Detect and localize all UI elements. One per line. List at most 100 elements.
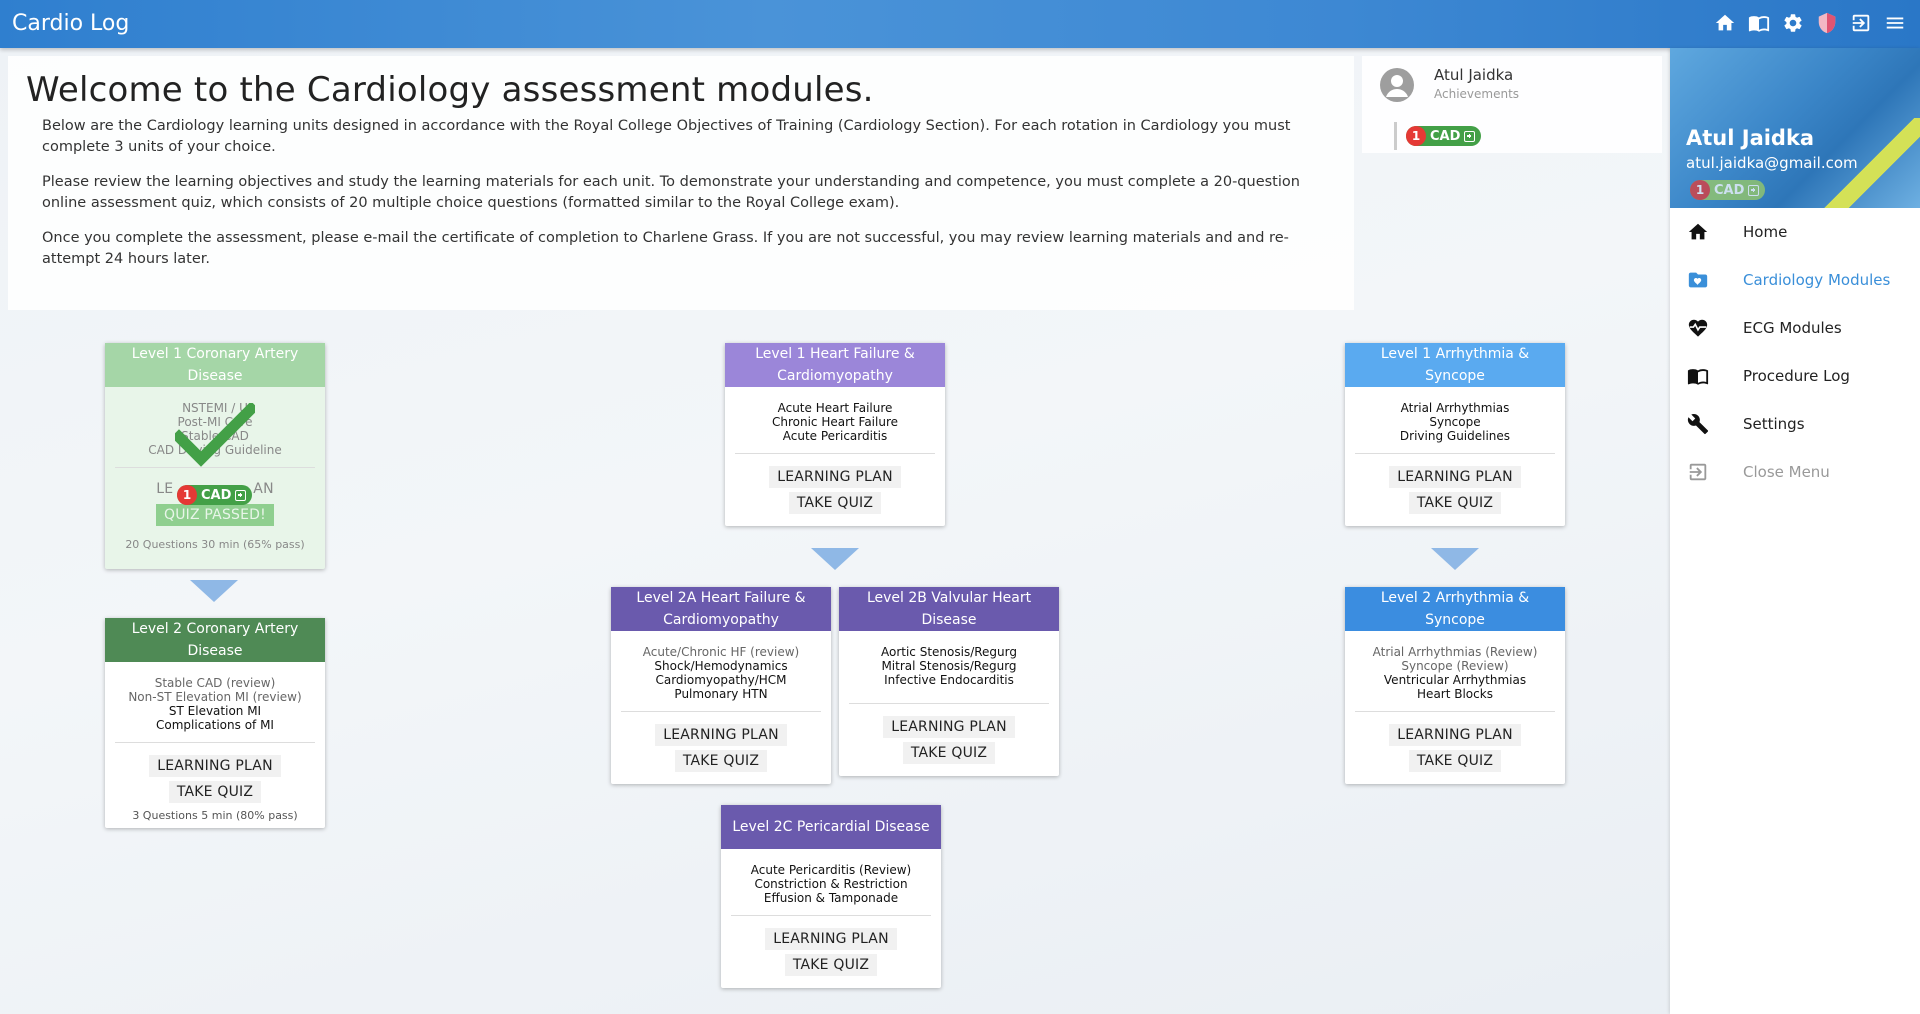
module-card-title: Level 2 Arrhythmia & Syncope	[1345, 587, 1565, 631]
sidebar-cad-badge[interactable]: 1 CAD	[1690, 180, 1766, 200]
book-icon[interactable]	[1748, 12, 1770, 34]
sidebar-item-close-menu[interactable]: Close Menu	[1670, 448, 1920, 496]
learning-plan-button[interactable]: LEARNING PLAN	[769, 466, 901, 488]
down-arrow-icon	[811, 548, 859, 570]
welcome-paragraph-1: Below are the Cardiology learning units …	[42, 118, 1291, 155]
take-quiz-button[interactable]: TAKE QUIZ	[902, 742, 996, 764]
module-topics: Acute Pericarditis (Review) Constriction…	[721, 849, 941, 915]
module-actions: LEARNING PLAN TAKE QUIZ	[725, 454, 945, 526]
topic-item: Acute/Chronic HF (review)	[642, 645, 800, 659]
sidebar-item-settings[interactable]: Settings	[1670, 400, 1920, 448]
sidebar-item-home[interactable]: Home	[1670, 208, 1920, 256]
sidebar-item-label: Close Menu	[1743, 463, 1830, 481]
avatar[interactable]	[1380, 68, 1414, 102]
module-card-level1-cad: Level 1 Coronary Artery Disease NSTEMI /…	[105, 343, 325, 569]
topic-item: Acute Heart Failure	[777, 401, 893, 415]
gear-icon[interactable]	[1782, 12, 1804, 34]
cad-badge[interactable]: 1 CAD	[1406, 126, 1482, 146]
topic-item: Syncope (Review)	[1401, 659, 1509, 673]
login-icon[interactable]	[1850, 12, 1872, 34]
quiz-info: 3 Questions 5 min (80% pass)	[132, 809, 298, 822]
topic-item: Aortic Stenosis/Regurg	[880, 645, 1017, 659]
topic-item: Acute Pericarditis (Review)	[750, 863, 912, 877]
topic-item: Constriction & Restriction	[754, 877, 908, 891]
home-icon[interactable]	[1714, 12, 1736, 34]
learning-plan-button[interactable]: LEARNING PLAN	[1389, 466, 1521, 488]
take-quiz-button[interactable]: TAKE QUIZ	[788, 492, 882, 514]
topic-item: Shock/Hemodynamics	[654, 659, 788, 673]
module-topics: Stable CAD (review) Non-ST Elevation MI …	[105, 662, 325, 742]
module-card-title: Level 1 Arrhythmia & Syncope	[1345, 343, 1565, 387]
module-card-level2a-hf: Level 2A Heart Failure & Cardiomyopathy …	[611, 587, 831, 784]
topic-item: Heart Blocks	[1417, 687, 1493, 701]
module-card-title: Level 1 Heart Failure & Cardiomyopathy	[725, 343, 945, 387]
module-card-title: Level 2A Heart Failure & Cardiomyopathy	[611, 587, 831, 631]
take-quiz-button[interactable]: TAKE QUIZ	[784, 954, 878, 976]
topic-item: Cardiomyopathy/HCM	[655, 673, 787, 687]
topic-item: Infective Endocarditis	[884, 673, 1014, 687]
sidebar-user-header: Atul Jaidka atul.jaidka@gmail.com 1 CAD	[1670, 48, 1920, 208]
topic-item: Atrial Arrhythmias	[1400, 401, 1510, 415]
side-navigation: Atul Jaidka atul.jaidka@gmail.com 1 CAD H…	[1670, 48, 1920, 1014]
card-cad-badge[interactable]: 1 CAD	[177, 485, 253, 505]
learning-plan-button[interactable]: LEARNING PLAN	[1389, 724, 1521, 746]
plus-box-icon	[235, 489, 247, 501]
learning-plan-button[interactable]: LEARNING PLAN	[655, 724, 787, 746]
learning-plan-button[interactable]: LEARNING PLAN	[765, 928, 897, 950]
page-title: Welcome to the Cardiology assessment mod…	[26, 70, 874, 110]
welcome-paragraph-3: Once you complete the assessment, please…	[42, 230, 1289, 267]
take-quiz-button[interactable]: TAKE QUIZ	[1408, 492, 1502, 514]
take-quiz-button[interactable]: TAKE QUIZ	[674, 750, 768, 772]
module-card-title: Level 1 Coronary Artery Disease	[105, 343, 325, 387]
topic-item: Atrial Arrhythmias (Review)	[1372, 645, 1538, 659]
sidebar-item-procedure-log[interactable]: Procedure Log	[1670, 352, 1920, 400]
module-card-level2-arrhythmia: Level 2 Arrhythmia & Syncope Atrial Arrh…	[1345, 587, 1565, 784]
topic-item: Driving Guidelines	[1399, 429, 1511, 443]
heart-folder-icon	[1687, 269, 1709, 291]
badge-count: 1	[1690, 180, 1710, 200]
topic-item: Chronic Heart Failure	[771, 415, 899, 429]
topic-item: Effusion & Tamponade	[763, 891, 899, 905]
app-title[interactable]: Cardio Log	[12, 11, 129, 36]
topic-item: Mitral Stenosis/Regurg	[881, 659, 1017, 673]
module-topics: Atrial Arrhythmias Syncope Driving Guide…	[1345, 387, 1565, 453]
plus-box-icon	[1748, 184, 1760, 196]
welcome-paragraph-2: Please review the learning objectives an…	[42, 174, 1300, 211]
sidebar-menu: Home Cardiology Modules ECG Modules Proc…	[1670, 208, 1920, 496]
down-arrow-icon	[190, 580, 238, 602]
module-actions: LEARNING PLAN TAKE QUIZ	[105, 743, 325, 809]
wrench-icon	[1687, 413, 1709, 435]
topic-item: Ventricular Arrhythmias	[1383, 673, 1527, 687]
module-actions: LEARNING PLAN TAKE QUIZ	[1345, 454, 1565, 526]
learning-plan-button[interactable]: LEARNING PLAN	[883, 716, 1015, 738]
topic-item: Syncope	[1429, 415, 1481, 429]
module-card-level1-hf: Level 1 Heart Failure & Cardiomyopathy A…	[725, 343, 945, 526]
module-actions: LEARNING PLAN TAKE QUIZ	[1345, 712, 1565, 784]
badge-count: 1	[177, 485, 197, 505]
topic-item: Stable CAD (review)	[154, 676, 276, 690]
module-topics: Aortic Stenosis/Regurg Mitral Stenosis/R…	[839, 631, 1059, 703]
topic-item: Complications of MI	[156, 718, 274, 732]
module-card-title: Level 2C Pericardial Disease	[721, 805, 941, 849]
take-quiz-button[interactable]: TAKE QUIZ	[1408, 750, 1502, 772]
learning-plan-button[interactable]: LEARNING PLAN	[149, 755, 281, 777]
badge-label: CAD	[1714, 182, 1745, 198]
top-toolbar	[1714, 12, 1906, 34]
quiz-info: 20 Questions 30 min (65% pass)	[125, 538, 305, 551]
book-icon	[1687, 365, 1709, 387]
plus-box-icon	[1464, 130, 1476, 142]
topic-item: Non-ST Elevation MI (review)	[128, 690, 302, 704]
home-icon	[1687, 221, 1709, 243]
badge-count: 1	[1406, 126, 1426, 146]
achievements-panel: Atul Jaidka Achievements 1 CAD	[1362, 56, 1662, 153]
take-quiz-button[interactable]: TAKE QUIZ	[168, 781, 262, 803]
topic-item: Pulmonary HTN	[674, 687, 768, 701]
shield-icon[interactable]	[1816, 12, 1838, 34]
badge-label: CAD	[201, 487, 232, 503]
sidebar-item-cardiology-modules[interactable]: Cardiology Modules	[1670, 256, 1920, 304]
sidebar-item-ecg-modules[interactable]: ECG Modules	[1670, 304, 1920, 352]
quiz-passed-button[interactable]: QUIZ PASSED!	[156, 504, 274, 526]
exit-icon	[1687, 461, 1709, 483]
hamburger-menu-icon[interactable]	[1884, 12, 1906, 34]
topic-item: Acute Pericarditis	[782, 429, 888, 443]
